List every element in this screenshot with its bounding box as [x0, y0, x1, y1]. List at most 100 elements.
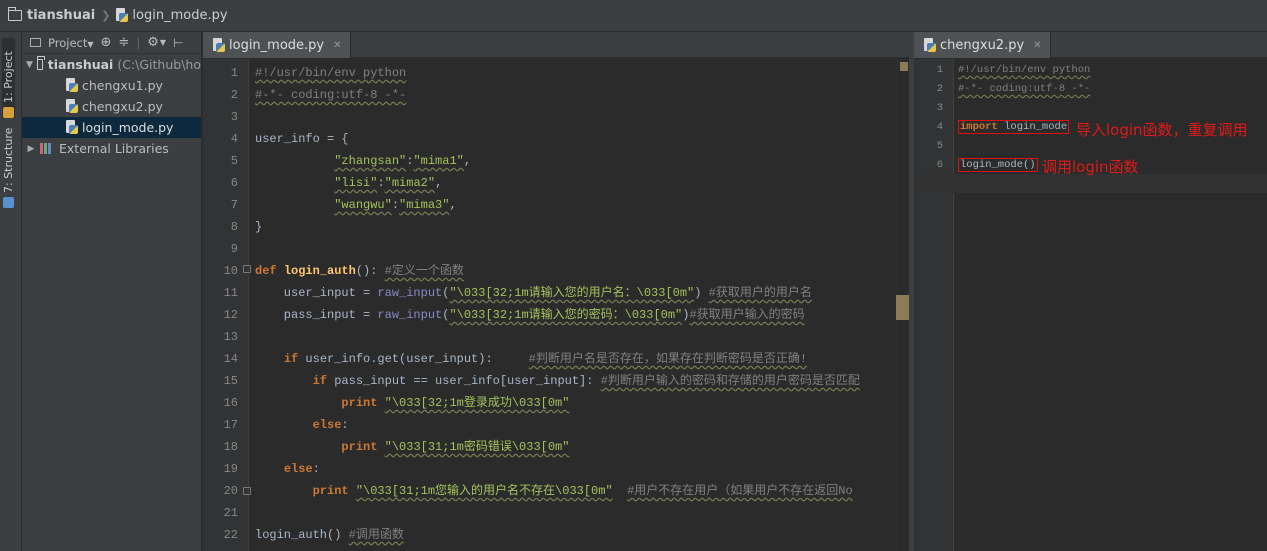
- code-line[interactable]: #!/usr/bin/env python: [255, 62, 406, 84]
- code-line[interactable]: user_input = raw_input("\033[32;1m请输入您的用…: [255, 282, 812, 304]
- line-number: 13: [223, 330, 238, 344]
- project-tool-tab[interactable]: 1: Project: [2, 38, 15, 118]
- project-tool-tab-label: 1: Project: [2, 51, 15, 103]
- library-icon: [40, 143, 54, 154]
- line-number-gutter: 1 2 3 4 5 6 7 8 9 10 11 12 13 14 15 16 17 18 19 20 21 22: [203, 59, 249, 551]
- line-number: 2: [230, 88, 238, 102]
- line-number: 22: [223, 528, 238, 542]
- line-number: 1: [936, 64, 943, 76]
- code-line[interactable]: user_info = {: [255, 128, 349, 150]
- code-line[interactable]: #-*- coding:utf-8 -*-: [958, 80, 1090, 99]
- code-line[interactable]: if user_info.get(user_input): #判断用户名是否存在…: [255, 348, 807, 370]
- annotation-call: 调用login函数: [1042, 158, 1139, 176]
- collapse-all-icon[interactable]: ≑: [118, 35, 129, 50]
- tab-label: chengxu2.py: [940, 37, 1025, 53]
- left-tool-strip: 1: Project 7: Structure: [0, 32, 22, 551]
- scroll-marker: [896, 295, 909, 320]
- left-code-editor[interactable]: 1 2 3 4 5 6 7 8 9 10 11 12 13 14 15 16 17 18 19 20 21 22 #!/u…: [203, 59, 909, 551]
- tab-label: login_mode.py: [229, 37, 325, 53]
- tree-external-libraries-label: External Libraries: [59, 141, 169, 156]
- line-number: 4: [936, 121, 943, 133]
- line-number: 12: [223, 308, 238, 322]
- project-toolbar: Project▼ ⊕ ≑ | ⚙ ▼ ⊢: [22, 32, 201, 54]
- tab-login-mode[interactable]: login_mode.py ✕: [203, 32, 351, 58]
- line-number: 6: [936, 159, 943, 171]
- line-number-gutter: 1234567: [914, 59, 954, 551]
- highlight-box: import login_mode: [958, 120, 1070, 134]
- line-number: 6: [230, 176, 238, 190]
- expand-arrow-icon[interactable]: ▼: [26, 60, 33, 70]
- collapsed-arrow-icon[interactable]: ▶: [26, 144, 36, 154]
- line-number: 3: [936, 102, 943, 114]
- dropdown-arrow-icon: ▼: [87, 39, 94, 49]
- right-editor-tabbar: chengxu2.py ✕: [914, 32, 1267, 58]
- project-view-label: Project: [48, 35, 88, 50]
- line-number: 7: [230, 198, 238, 212]
- line-number: 3: [230, 110, 238, 124]
- line-number: 16: [223, 396, 238, 410]
- code-line[interactable]: import login_mode: [958, 118, 1070, 137]
- left-editor-tabbar: login_mode.py ✕: [203, 32, 909, 58]
- line-number: 20: [223, 484, 238, 498]
- line-number: 15: [223, 374, 238, 388]
- code-line[interactable]: print "\033[31;1m您输入的用户名不存在\033[0m" #用户不…: [255, 480, 853, 502]
- tree-file-label: chengxu1.py: [82, 78, 163, 93]
- code-line[interactable]: def login_auth(): #定义一个函数: [255, 260, 464, 282]
- line-number: 2: [936, 83, 943, 95]
- code-line[interactable]: "lisi":"mima2",: [255, 172, 442, 194]
- line-number: 19: [223, 462, 238, 476]
- fold-marker-icon[interactable]: [243, 265, 251, 273]
- tree-file-chengxu1[interactable]: chengxu1.py: [22, 75, 201, 96]
- navigation-bar: tianshuai ❯ login_mode.py: [0, 0, 1267, 32]
- project-icon: [3, 107, 14, 118]
- code-line[interactable]: else:: [255, 458, 320, 480]
- close-icon[interactable]: ✕: [1033, 40, 1041, 51]
- line-number: 10: [223, 264, 238, 278]
- structure-tool-tab[interactable]: 7: Structure: [2, 126, 15, 208]
- tree-file-label: login_mode.py: [82, 120, 174, 135]
- structure-tool-tab-label: 7: Structure: [2, 127, 15, 193]
- python-file-icon: [213, 37, 225, 53]
- code-line[interactable]: "wangwu":"mima3",: [255, 194, 456, 216]
- folder-icon: [8, 7, 22, 21]
- code-line[interactable]: print "\033[31;1m密码错误\033[0m": [255, 436, 569, 458]
- right-code-editor[interactable]: 1234567 #!/usr/bin/env python#-*- coding…: [914, 59, 1267, 551]
- code-line[interactable]: if pass_input == user_info[user_input]: …: [255, 370, 860, 392]
- code-line[interactable]: #!/usr/bin/env python: [958, 61, 1090, 80]
- hide-panel-icon[interactable]: ⊢: [173, 36, 183, 50]
- python-file-icon: [116, 8, 129, 23]
- code-line[interactable]: pass_input = raw_input("\033[32;1m请输入您的密…: [255, 304, 805, 326]
- tree-external-libraries[interactable]: ▶ External Libraries: [22, 138, 201, 159]
- close-icon[interactable]: ✕: [333, 40, 341, 51]
- line-number: 18: [223, 440, 238, 454]
- python-file-icon: [66, 99, 78, 114]
- code-line[interactable]: else:: [255, 414, 349, 436]
- line-number: 11: [223, 286, 238, 300]
- code-area[interactable]: #!/usr/bin/env python #-*- coding:utf-8 -…: [255, 59, 895, 551]
- line-number: 4: [230, 132, 238, 146]
- breadcrumb-file[interactable]: login_mode.py: [132, 8, 227, 23]
- line-number: 5: [936, 140, 943, 152]
- gear-icon[interactable]: ⚙: [147, 35, 159, 50]
- project-panel: Project▼ ⊕ ≑ | ⚙ ▼ ⊢ ▼ tianshuai (C:\Git…: [22, 32, 202, 551]
- chevron-right-icon: ❯: [101, 9, 111, 22]
- tree-file-chengxu2[interactable]: chengxu2.py: [22, 96, 201, 117]
- code-line[interactable]: print "\033[32;1m登录成功\033[0m": [255, 392, 569, 414]
- breadcrumb-project[interactable]: tianshuai: [27, 8, 95, 23]
- structure-icon: [3, 197, 14, 208]
- fold-marker-icon[interactable]: [243, 487, 251, 495]
- code-line[interactable]: "zhangsan":"mima1",: [255, 150, 471, 172]
- tree-file-login-mode[interactable]: login_mode.py: [22, 117, 201, 138]
- code-line[interactable]: }: [255, 216, 262, 238]
- tree-root-name: tianshuai: [47, 57, 114, 72]
- scroll-marker: [900, 62, 908, 71]
- code-line[interactable]: login_auth() #调用函数: [255, 524, 404, 546]
- locate-icon[interactable]: ⊕: [101, 35, 112, 50]
- editor-scrollbar[interactable]: [896, 59, 909, 551]
- tree-root[interactable]: ▼ tianshuai (C:\Github\ho: [22, 54, 201, 75]
- code-line[interactable]: login_mode(): [958, 156, 1038, 175]
- code-line[interactable]: #-*- coding:utf-8 -*-: [255, 84, 406, 106]
- project-view-dropdown[interactable]: Project▼: [48, 36, 94, 50]
- annotation-import: 导入login函数，重复调用: [1076, 121, 1248, 139]
- tab-chengxu2[interactable]: chengxu2.py ✕: [914, 32, 1051, 58]
